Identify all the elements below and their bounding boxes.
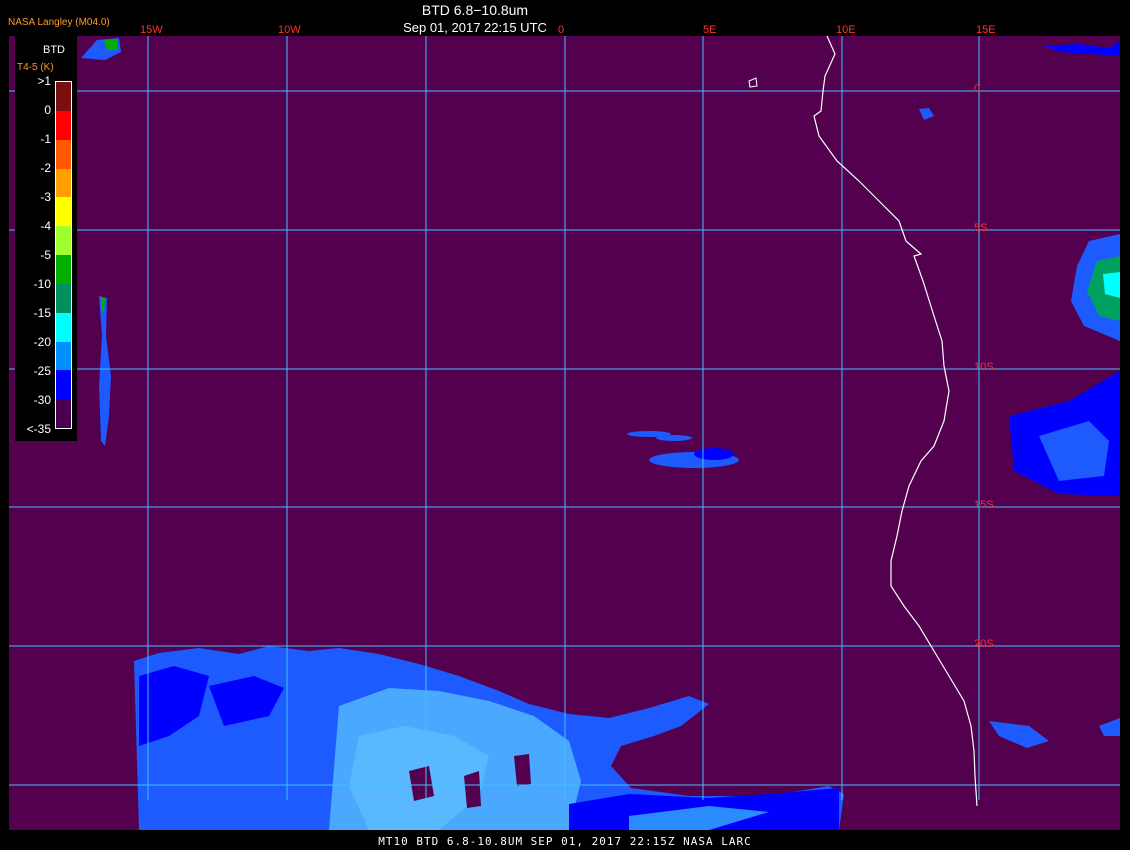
lon-label-0: 0: [558, 24, 565, 36]
image-title: BTD 6.8−10.8um: [421, 2, 529, 18]
legend-swatch: [56, 370, 71, 400]
legend-swatch: [56, 82, 71, 112]
legend-title: BTD: [43, 44, 65, 56]
legend-tick-label: -25: [33, 364, 51, 378]
agency-label: NASA Langley (M04.0): [8, 17, 110, 28]
legend-tick-label: -4: [40, 219, 51, 233]
legend-tick-label: -30: [33, 393, 51, 407]
legend-swatch: [56, 139, 71, 169]
legend-tick-label: <-35: [26, 422, 51, 436]
legend-swatch: [56, 255, 71, 285]
lat-label-5s: 5S: [974, 222, 988, 234]
legend-colorbar: [55, 81, 72, 429]
lon-label-15e: 15E: [976, 24, 996, 36]
lat-label-20s: 20S: [974, 638, 994, 650]
lat-label-15s: 15S: [974, 499, 994, 511]
legend-swatch: [56, 168, 71, 198]
legend-unit: T4-5 (K): [17, 62, 54, 73]
legend-swatch: [56, 283, 71, 314]
legend-tick-label: -15: [33, 306, 51, 320]
legend-tick-label: >1: [37, 74, 51, 88]
legend-tick-label: 0: [44, 103, 51, 117]
legend-tick-label: -20: [33, 335, 51, 349]
legend-tick-label: -5: [40, 248, 51, 262]
legend-swatch: [56, 399, 71, 429]
lon-label-10e: 10E: [836, 24, 856, 36]
legend-tick-label: -1: [40, 132, 51, 146]
lon-label-10w: 10W: [278, 24, 301, 36]
lon-label-15w: 15W: [140, 24, 163, 36]
lon-label-5e: 5E: [703, 24, 717, 36]
btd-map: [9, 36, 1120, 830]
image-footer: MT10 BTD 6.8-10.8UM SEP 01, 2017 22:15Z …: [378, 835, 752, 848]
legend-swatch: [56, 226, 71, 256]
legend-swatch: [56, 110, 71, 141]
legend-tick-label: -2: [40, 161, 51, 175]
legend-swatch: [56, 197, 71, 227]
satellite-image-frame: BTD 6.8−10.8um Sep 01, 2017 22:15 UTC NA…: [0, 0, 1130, 850]
legend-tick-label: -10: [33, 277, 51, 291]
lat-label-0: 0: [974, 83, 981, 95]
legend-swatch: [56, 312, 71, 342]
legend-tick-label: -3: [40, 190, 51, 204]
color-legend: BTD T4-5 (K) >1 0 -1 -2 -3 -4 -5 -10 -15 -20 -25 -3…: [15, 36, 77, 441]
lat-label-10s: 10S: [974, 361, 994, 373]
legend-swatch: [56, 341, 71, 371]
